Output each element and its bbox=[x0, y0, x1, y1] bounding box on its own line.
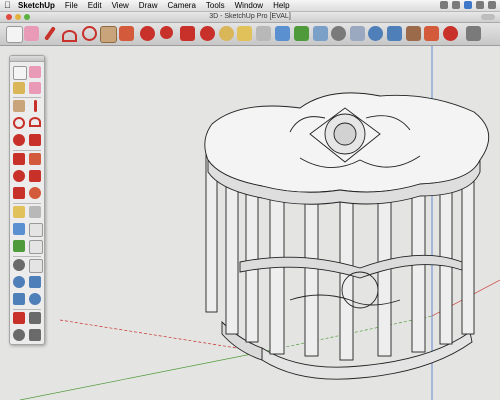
follow-me-tool-icon[interactable] bbox=[180, 26, 195, 41]
menu-view[interactable]: View bbox=[112, 0, 129, 11]
sync-icon[interactable] bbox=[440, 1, 448, 9]
toolbar-toggle-button[interactable] bbox=[481, 14, 495, 20]
rotate-tool-icon[interactable] bbox=[160, 26, 173, 39]
text-tool-icon[interactable] bbox=[294, 26, 309, 41]
3d-text-icon[interactable] bbox=[29, 240, 43, 254]
arc-icon[interactable] bbox=[29, 117, 41, 127]
screen-icon[interactable] bbox=[452, 1, 460, 9]
center-hole bbox=[333, 122, 357, 146]
menu-camera[interactable]: Camera bbox=[167, 0, 195, 11]
protractor-tool-icon[interactable] bbox=[275, 26, 290, 41]
dimension-icon[interactable] bbox=[29, 206, 41, 218]
menu-sketchup[interactable]: SketchUp bbox=[18, 0, 55, 11]
share-model-icon[interactable] bbox=[443, 26, 458, 41]
model-structure bbox=[204, 92, 489, 380]
orbit-icon[interactable] bbox=[13, 259, 25, 271]
tape-measure-icon[interactable] bbox=[13, 206, 25, 218]
move-icon[interactable] bbox=[13, 153, 25, 165]
walk-icon[interactable] bbox=[29, 312, 41, 324]
palette-separator bbox=[13, 256, 41, 257]
zoom-window-icon[interactable] bbox=[29, 276, 41, 288]
push-pull-tool-icon[interactable] bbox=[119, 26, 134, 41]
main-toolbar bbox=[0, 23, 500, 46]
offset-tool-icon[interactable] bbox=[219, 26, 234, 41]
zoom-icon[interactable] bbox=[13, 276, 25, 288]
previous-view-icon[interactable] bbox=[406, 26, 421, 41]
tape-measure-tool-icon[interactable] bbox=[237, 26, 252, 41]
palette-separator bbox=[13, 97, 41, 98]
pan-icon[interactable] bbox=[29, 259, 43, 273]
eraser-tool-icon[interactable] bbox=[24, 26, 39, 41]
column bbox=[304, 195, 319, 357]
dropbox-icon[interactable] bbox=[464, 1, 472, 9]
column bbox=[225, 185, 239, 335]
wifi-icon[interactable] bbox=[488, 1, 496, 9]
menu-window[interactable]: Window bbox=[235, 0, 263, 11]
previous-icon[interactable] bbox=[29, 293, 41, 305]
scale-tool-icon[interactable] bbox=[200, 26, 215, 41]
polygon-icon[interactable] bbox=[13, 134, 25, 146]
freehand-icon[interactable] bbox=[29, 134, 41, 146]
text-icon[interactable] bbox=[29, 223, 43, 237]
eraser-icon[interactable] bbox=[29, 82, 41, 94]
bluetooth-icon[interactable] bbox=[476, 1, 484, 9]
zoom-extents-icon[interactable] bbox=[13, 293, 25, 305]
orbit-tool-icon[interactable] bbox=[331, 26, 346, 41]
arc-tool-icon[interactable] bbox=[62, 30, 77, 42]
column bbox=[461, 165, 475, 335]
model-viewport bbox=[19, 46, 500, 400]
extension-icon[interactable] bbox=[466, 26, 481, 41]
paint-bucket-icon[interactable] bbox=[13, 82, 25, 94]
pencil-tool-icon[interactable] bbox=[44, 26, 56, 41]
pan-tool-icon[interactable] bbox=[350, 26, 365, 41]
menu-items: SketchUp File Edit View Draw Camera Tool… bbox=[18, 0, 290, 11]
select-tool-icon[interactable] bbox=[13, 66, 27, 80]
scale-icon[interactable] bbox=[13, 187, 25, 199]
push-pull-icon[interactable] bbox=[29, 153, 41, 165]
select-tool-icon[interactable] bbox=[6, 26, 23, 43]
axes-icon[interactable] bbox=[13, 240, 25, 252]
menu-bar:  SketchUp File Edit View Draw Camera To… bbox=[0, 0, 500, 12]
protractor-icon[interactable] bbox=[13, 223, 25, 235]
window-title: 3D - SketchUp Pro [EVAL] bbox=[209, 13, 291, 20]
dimension-tool-icon[interactable] bbox=[256, 26, 271, 41]
status-tray bbox=[440, 1, 496, 9]
menu-help[interactable]: Help bbox=[273, 0, 289, 11]
move-tool-icon[interactable] bbox=[140, 26, 155, 41]
column bbox=[377, 195, 392, 357]
section-plane-icon[interactable] bbox=[29, 329, 41, 341]
menu-tools[interactable]: Tools bbox=[206, 0, 225, 11]
rectangle-icon[interactable] bbox=[13, 100, 25, 112]
look-around-icon[interactable] bbox=[13, 329, 25, 341]
menu-draw[interactable]: Draw bbox=[139, 0, 158, 11]
circle-tool-icon[interactable] bbox=[82, 26, 97, 41]
green-axis-positive bbox=[19, 351, 263, 400]
circle-icon[interactable] bbox=[13, 117, 25, 129]
offset-icon[interactable] bbox=[29, 187, 41, 199]
rotate-icon[interactable] bbox=[13, 170, 25, 182]
paint-bucket-tool-icon[interactable] bbox=[313, 26, 328, 41]
palette-separator bbox=[13, 150, 41, 151]
apple-icon[interactable]:  bbox=[4, 0, 11, 11]
menu-edit[interactable]: Edit bbox=[88, 0, 102, 11]
menu-file[interactable]: File bbox=[65, 0, 78, 11]
line-icon[interactable] bbox=[34, 100, 37, 112]
position-camera-icon[interactable] bbox=[13, 312, 25, 324]
drawing-canvas[interactable] bbox=[0, 46, 500, 400]
column bbox=[411, 185, 426, 353]
palette-separator bbox=[13, 203, 41, 204]
make-component-icon[interactable] bbox=[29, 66, 41, 78]
large-tool-set-palette bbox=[9, 55, 45, 345]
zoom-tool-icon[interactable] bbox=[368, 26, 383, 41]
follow-me-icon[interactable] bbox=[29, 170, 41, 182]
palette-title-bar[interactable] bbox=[10, 56, 44, 62]
warehouse-icon[interactable] bbox=[424, 26, 439, 41]
column bbox=[269, 197, 285, 355]
window-title-bar: 3D - SketchUp Pro [EVAL] bbox=[0, 12, 500, 23]
zoom-extents-tool-icon[interactable] bbox=[387, 26, 402, 41]
palette-separator bbox=[13, 309, 41, 310]
column bbox=[339, 199, 354, 361]
rectangle-tool-icon[interactable] bbox=[100, 26, 117, 43]
